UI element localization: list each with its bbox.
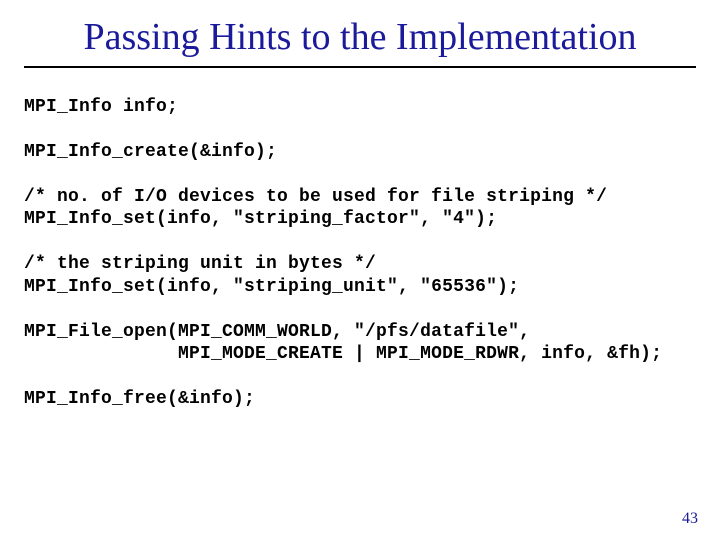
page-number: 43 <box>682 510 698 528</box>
code-block: MPI_Info info; MPI_Info_create(&info); /… <box>24 96 696 411</box>
slide-title: Passing Hints to the Implementation <box>24 16 696 60</box>
slide: Passing Hints to the Implementation MPI_… <box>0 0 720 540</box>
title-underline <box>24 66 696 68</box>
